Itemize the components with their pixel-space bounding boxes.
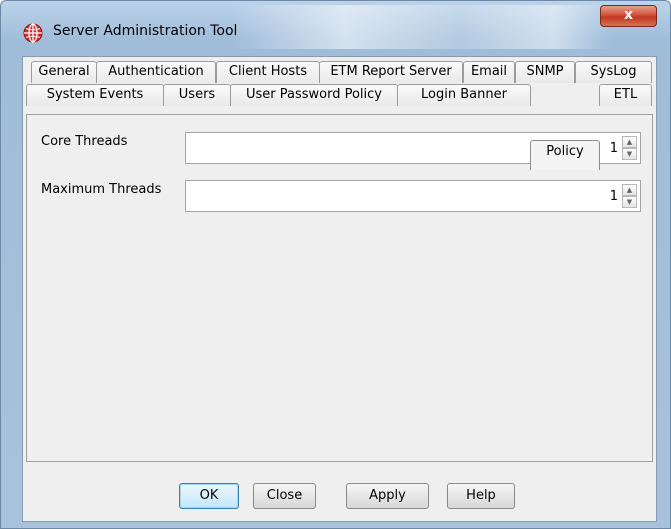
title-bar-gloss bbox=[231, 5, 611, 49]
core-threads-value: 1 bbox=[609, 141, 618, 156]
close-window-button[interactable]: x bbox=[600, 5, 657, 27]
core-threads-decrement-icon[interactable]: ▼ bbox=[622, 148, 637, 160]
tab-syslog[interactable]: SysLog bbox=[575, 61, 652, 83]
tab-authentication[interactable]: Authentication bbox=[96, 61, 216, 83]
close-button[interactable]: Close bbox=[253, 483, 316, 509]
max-threads-increment-icon[interactable]: ▲ bbox=[622, 184, 637, 196]
tab-user-password-policy[interactable]: User Password Policy bbox=[230, 84, 398, 106]
max-threads-value: 1 bbox=[609, 189, 618, 204]
ok-button[interactable]: OK bbox=[179, 483, 239, 509]
core-threads-spin-buttons: ▲ ▼ bbox=[622, 136, 637, 160]
core-threads-increment-icon[interactable]: ▲ bbox=[622, 136, 637, 148]
max-threads-spin-buttons: ▲ ▼ bbox=[622, 184, 637, 208]
tab-general[interactable]: General bbox=[31, 61, 97, 83]
window-title: Server Administration Tool bbox=[53, 23, 238, 39]
max-threads-decrement-icon[interactable]: ▼ bbox=[622, 196, 637, 208]
tab-client-hosts[interactable]: Client Hosts bbox=[216, 61, 320, 83]
button-row: OK Close Apply Help bbox=[24, 464, 655, 520]
max-threads-label: Maximum Threads bbox=[41, 182, 162, 197]
apply-button[interactable]: Apply bbox=[346, 483, 429, 509]
tab-login-banner[interactable]: Login Banner bbox=[397, 84, 531, 106]
globe-app-icon bbox=[23, 23, 43, 43]
application-window: Server Administration Tool x General Aut… bbox=[0, 0, 671, 529]
tab-users[interactable]: Users bbox=[163, 84, 231, 106]
tab-system-events[interactable]: System Events bbox=[26, 84, 164, 106]
core-threads-label: Core Threads bbox=[41, 134, 128, 149]
title-bar[interactable]: Server Administration Tool x bbox=[1, 1, 670, 55]
tab-etl[interactable]: ETL bbox=[599, 84, 652, 106]
tab-email[interactable]: Email bbox=[463, 61, 515, 83]
max-threads-spinner[interactable]: 1 ▲ ▼ bbox=[185, 180, 641, 212]
help-button[interactable]: Help bbox=[447, 483, 515, 509]
tab-etm-report-server[interactable]: ETM Report Server bbox=[319, 61, 463, 83]
tab-policy[interactable]: Policy bbox=[530, 140, 600, 170]
tab-snmp[interactable]: SNMP bbox=[515, 61, 575, 83]
close-icon: x bbox=[623, 7, 634, 23]
dialog-client-area: General Authentication Client Hosts ETM … bbox=[22, 56, 657, 522]
